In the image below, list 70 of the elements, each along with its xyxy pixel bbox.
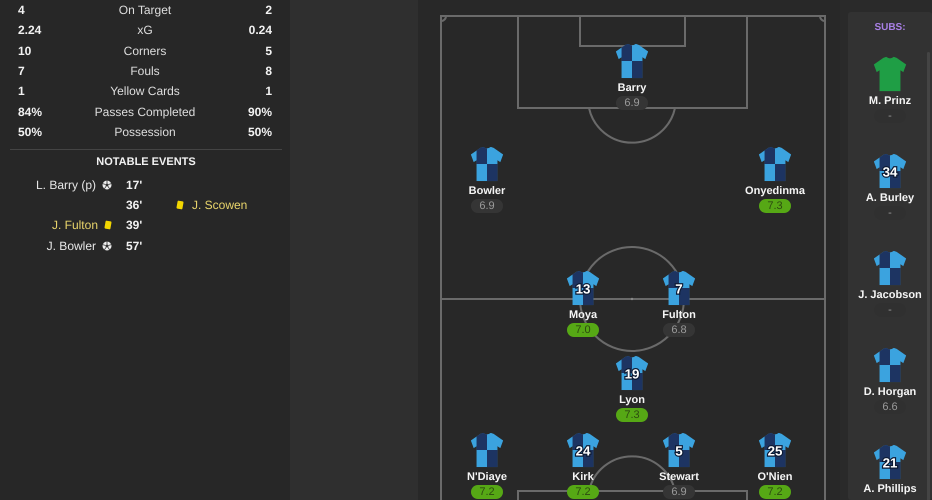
stat-value: 5 (264, 42, 272, 60)
event-minute: 36' (126, 198, 142, 212)
player-name: D. Horgan (864, 386, 916, 399)
rating-badge: 6.9 (616, 96, 648, 110)
player-name: Fulton (662, 309, 696, 322)
player-name: Barry (618, 82, 646, 95)
rating-badge: 7.2 (759, 485, 791, 499)
rating-badge: 7.3 (759, 199, 791, 213)
rating-badge: 7.0 (567, 323, 599, 337)
stat-value: 8 (264, 63, 272, 80)
stat-label: Corners (122, 42, 168, 60)
stat-value: 2.24 (18, 22, 42, 40)
event-minute: 17' (126, 178, 142, 192)
stat-label: Passes Completed (94, 104, 196, 121)
player-name: Lyon (619, 394, 645, 407)
stat-label: On Target (118, 2, 172, 20)
jersey-icon (756, 145, 794, 183)
rating-badge: 7.3 (616, 408, 648, 422)
stat-label: Possession (113, 124, 177, 141)
player-name: Onyedinma (745, 185, 805, 198)
player-name: Moya (568, 309, 598, 322)
player-name: N'Diaye (467, 471, 507, 484)
rating-badge: 7.2 (471, 485, 503, 499)
player-name: A. Burley (866, 192, 914, 205)
jersey-icon (871, 346, 909, 384)
stat-value: 84% (18, 104, 44, 121)
jersey-icon: 21 (871, 443, 909, 481)
player-name: J. Jacobson (858, 289, 922, 302)
stat-value: 0.24 (248, 22, 272, 40)
jersey-icon (871, 55, 909, 93)
player-name: O'Nien (757, 471, 792, 484)
stat-value: 50% (246, 124, 272, 141)
rating-badge: 6.9 (663, 485, 695, 499)
player-name: Stewart (659, 471, 699, 484)
jersey-icon (468, 145, 506, 183)
event-player: J. Bowler (46, 238, 96, 255)
event-player: L. Barry (p) (36, 176, 96, 194)
stat-value: 10 (18, 42, 32, 60)
stat-value: 1 (18, 83, 26, 100)
event-minute: 39' (126, 218, 142, 232)
section-title: NOTABLE EVENTS (95, 155, 197, 170)
jersey-icon (468, 431, 506, 469)
card-icon (176, 200, 184, 210)
rating-badge: 7.2 (567, 485, 599, 499)
event-player: J. Fulton (52, 217, 98, 234)
subs-title: SUBS: (873, 21, 907, 35)
stat-value: 1 (264, 83, 272, 100)
ball-icon (102, 180, 112, 190)
stat-label: Fouls (129, 63, 161, 80)
rating-badge: 6.8 (663, 323, 695, 337)
stat-value: 2 (264, 2, 272, 20)
event-minute: 57' (126, 238, 142, 253)
card-icon (104, 220, 112, 230)
player-name: A. Phillips (863, 483, 917, 496)
ball-icon (102, 240, 112, 251)
stat-value: 50% (18, 124, 44, 141)
rating-badge: 6.9 (471, 199, 503, 213)
stat-value: 4 (18, 2, 26, 20)
stat-value: 7 (18, 63, 26, 80)
event-player: J. Scowen (192, 197, 248, 214)
jersey-icon: 25 (756, 431, 794, 469)
player-name: Kirk (572, 471, 594, 484)
stat-value: 90% (246, 104, 272, 121)
jersey-icon: 5 (660, 431, 698, 469)
player-name: M. Prinz (868, 95, 912, 108)
jersey-icon (613, 42, 651, 80)
stat-label: xG (136, 22, 154, 40)
jersey-icon (871, 249, 909, 287)
stat-label: Yellow Cards (109, 83, 181, 100)
player-name: Bowler (468, 185, 506, 198)
